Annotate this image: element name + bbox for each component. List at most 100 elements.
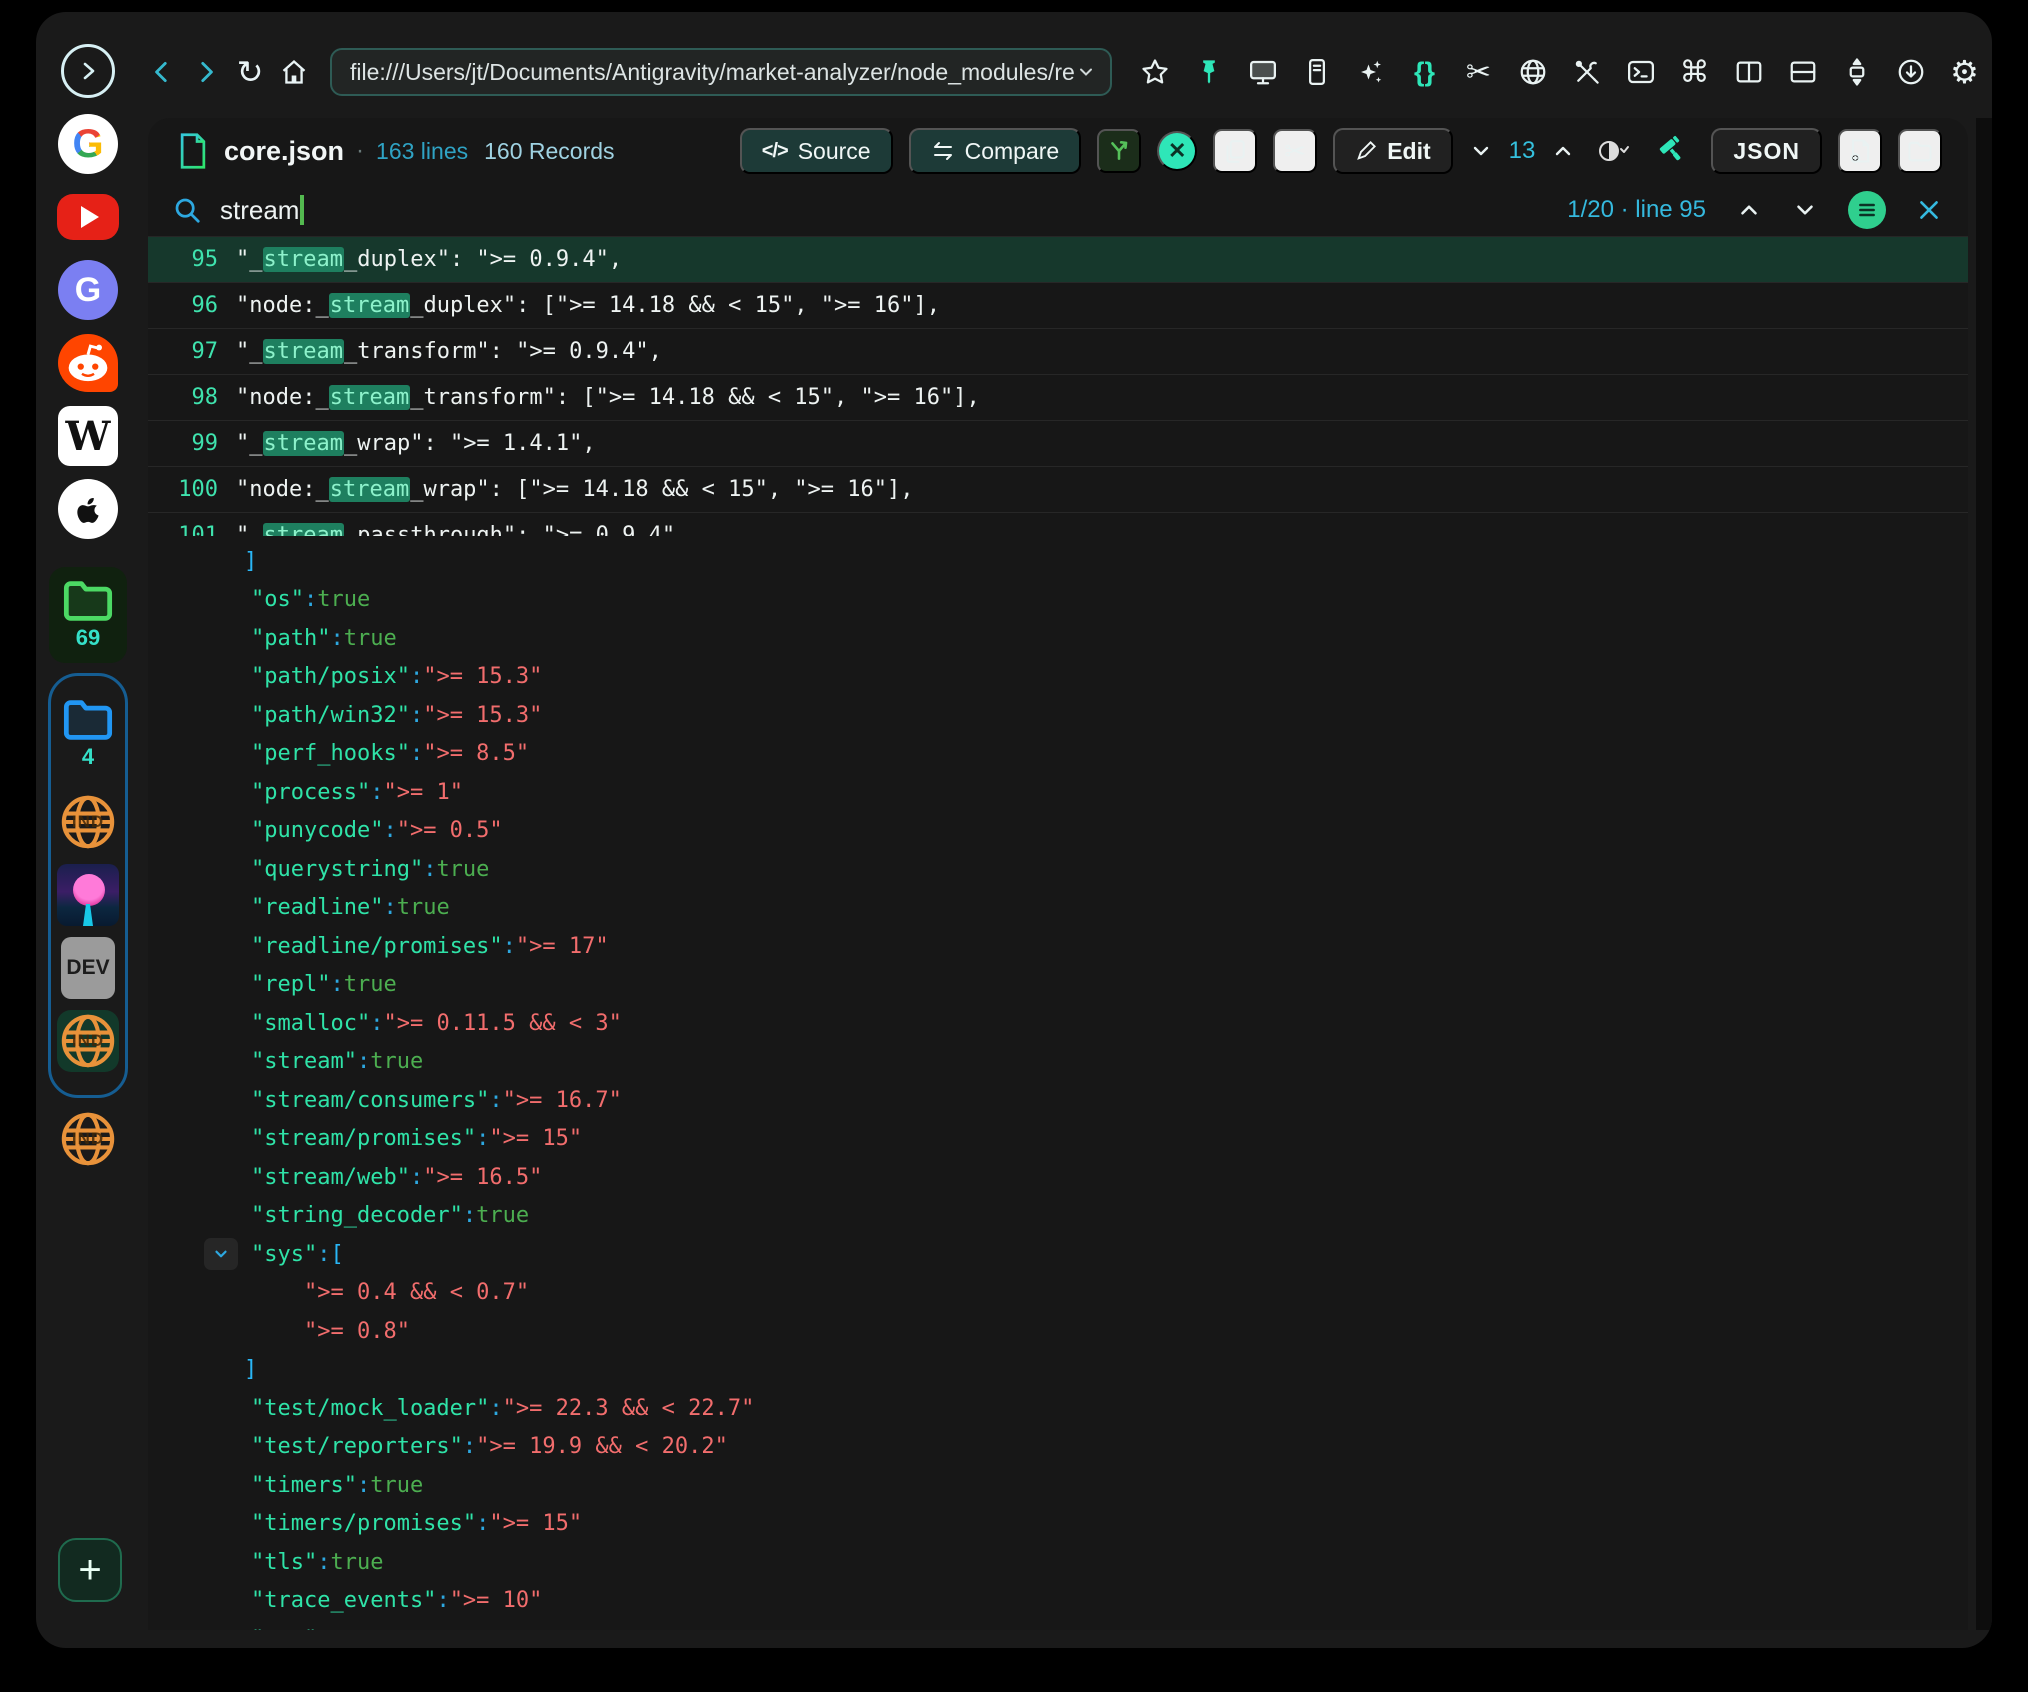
- branch-button[interactable]: [1097, 129, 1141, 173]
- previous-match-icon[interactable]: [1736, 197, 1762, 223]
- scrollbar-track[interactable]: [1976, 118, 1992, 1630]
- tree-entry-stream[interactable]: "stream" : true: [148, 1043, 1968, 1082]
- search-result-line-101[interactable]: 101"_stream_passthrough": ">= 0.9.4",: [148, 513, 1968, 536]
- tree-entry-stream/consumers[interactable]: "stream/consumers" : ">= 16.7": [148, 1081, 1968, 1120]
- star-icon[interactable]: [1138, 56, 1171, 89]
- tree-entry-tty[interactable]: "tty" : true: [148, 1620, 1968, 1630]
- line-number: 98: [148, 385, 236, 410]
- pin-icon[interactable]: [1192, 56, 1225, 89]
- back-button[interactable]: [140, 50, 184, 94]
- tree-entry-perf_hooks[interactable]: "perf_hooks" : ">= 8.5": [148, 735, 1968, 774]
- collapse-toggle-icon[interactable]: [204, 1238, 238, 1270]
- reload-button[interactable]: ↻: [228, 50, 272, 94]
- download-icon[interactable]: [1894, 56, 1927, 89]
- tree-array-item[interactable]: ">= 0.8": [148, 1312, 1968, 1351]
- sidebar-item-dev-file[interactable]: DEV: [57, 937, 119, 999]
- monitor-icon[interactable]: [1246, 56, 1279, 89]
- command-icon[interactable]: ⌘: [1678, 56, 1711, 89]
- globe-icon[interactable]: [1516, 56, 1549, 89]
- search-bar[interactable]: stream 1/20 · line 95: [148, 184, 1968, 236]
- sidebar-item-reddit[interactable]: [57, 332, 119, 394]
- url-dropdown-icon[interactable]: [1076, 62, 1096, 82]
- tree-entry-tls[interactable]: "tls" : true: [148, 1543, 1968, 1582]
- tree-entry-punycode[interactable]: "punycode" : ">= 0.5": [148, 812, 1968, 851]
- folder-icon[interactable]: [1898, 129, 1942, 173]
- tree-entry-path[interactable]: "path" : true: [148, 619, 1968, 658]
- reader-icon[interactable]: [1300, 56, 1333, 89]
- line-number: 97: [148, 339, 236, 364]
- tree-entry-test/reporters[interactable]: "test/reporters" : ">= 19.9 && < 20.2": [148, 1428, 1968, 1467]
- sidebar-item-google[interactable]: G: [57, 113, 119, 175]
- resize-vertical-icon[interactable]: [1840, 56, 1873, 89]
- code-text: "node:_stream_wrap": [">= 14.18 && < 15"…: [236, 477, 914, 502]
- search-result-line-96[interactable]: 96"node:_stream_duplex": [">= 14.18 && <…: [148, 283, 1968, 329]
- forward-button[interactable]: [184, 50, 228, 94]
- address-bar[interactable]: file:///Users/jt/Documents/Antigravity/m…: [330, 48, 1112, 96]
- sidebar-item-youtube[interactable]: [57, 186, 119, 248]
- tree-entry-string_decoder[interactable]: "string_decoder" : true: [148, 1197, 1968, 1236]
- sidebar-item-apple[interactable]: [57, 478, 119, 540]
- next-match-icon[interactable]: [1792, 197, 1818, 223]
- braces-icon[interactable]: {}: [1408, 56, 1441, 89]
- tree-entry-stream/promises[interactable]: "stream/promises" : ">= 15": [148, 1120, 1968, 1159]
- split-horizontal-icon[interactable]: [1786, 56, 1819, 89]
- sidebar-item-wikipedia[interactable]: W: [57, 405, 119, 467]
- vaporwave-thumbnail: [57, 864, 119, 926]
- tree-entry-trace_events[interactable]: "trace_events" : ">= 10": [148, 1582, 1968, 1621]
- search-result-line-100[interactable]: 100"node:_stream_wrap": [">= 14.18 && < …: [148, 467, 1968, 513]
- source-view-button[interactable]: </> Source: [740, 128, 893, 174]
- tree-entry-readline/promises[interactable]: "readline/promises" : ">= 17": [148, 927, 1968, 966]
- edit-button[interactable]: Edit: [1333, 128, 1452, 174]
- sidebar-item-site-ind-2[interactable]: IND: [57, 1108, 119, 1170]
- tree-entry-path/posix[interactable]: "path/posix" : ">= 15.3": [148, 658, 1968, 697]
- terminal-icon[interactable]: [1624, 56, 1657, 89]
- search-input[interactable]: stream: [220, 195, 304, 226]
- scissors-icon[interactable]: ✂: [1462, 56, 1495, 89]
- tree-entry-readline[interactable]: "readline" : true: [148, 889, 1968, 928]
- search-result-line-97[interactable]: 97"_stream_transform": ">= 0.9.4",: [148, 329, 1968, 375]
- json-format-button[interactable]: JSON: [1711, 128, 1822, 174]
- tree-entry-smalloc[interactable]: "smalloc" : ">= 0.11.5 && < 3": [148, 1004, 1968, 1043]
- paint-roller-icon[interactable]: [1651, 129, 1695, 173]
- home-button[interactable]: [272, 50, 316, 94]
- tree-entry-path/win32[interactable]: "path/win32" : ">= 15.3": [148, 696, 1968, 735]
- sidebar-item-folder-green[interactable]: 69: [49, 567, 127, 663]
- sidebar-item-folder-blue[interactable]: 4: [57, 688, 119, 780]
- tree-entry-sys[interactable]: "sys" : [: [148, 1235, 1968, 1274]
- contrast-toggle[interactable]: [1591, 129, 1635, 173]
- sidebar-item-g-purple[interactable]: G: [57, 259, 119, 321]
- step-up-icon[interactable]: [1551, 139, 1575, 163]
- close-search-icon[interactable]: [1916, 197, 1942, 223]
- tree-bracket[interactable]: ]: [148, 542, 1968, 581]
- search-result-line-98[interactable]: 98"node:_stream_transform": [">= 14.18 &…: [148, 375, 1968, 421]
- tree-entry-timers/promises[interactable]: "timers/promises" : ">= 15": [148, 1505, 1968, 1544]
- tree-entry-stream/web[interactable]: "stream/web" : ">= 16.5": [148, 1158, 1968, 1197]
- split-vertical-icon[interactable]: [1732, 56, 1765, 89]
- clear-button[interactable]: ✕: [1157, 131, 1197, 171]
- tools-icon[interactable]: [1570, 56, 1603, 89]
- tree-entry-test/mock_loader[interactable]: "test/mock_loader" : ">= 22.3 && < 22.7": [148, 1389, 1968, 1428]
- tree-entry-repl[interactable]: "repl" : true: [148, 966, 1968, 1005]
- sidebar-item-site-ind-1[interactable]: IND: [57, 791, 119, 853]
- code-text: "_stream_transform": ">= 0.9.4",: [236, 339, 662, 364]
- search-result-line-99[interactable]: 99"_stream_wrap": ">= 1.4.1",: [148, 421, 1968, 467]
- compare-button[interactable]: Compare: [909, 128, 1082, 174]
- tree-entry-timers[interactable]: "timers" : true: [148, 1466, 1968, 1505]
- export-file-icon[interactable]: [1838, 129, 1882, 173]
- match-list-icon[interactable]: [1848, 191, 1886, 229]
- new-tab-button[interactable]: +: [58, 1538, 122, 1602]
- tree-bracket[interactable]: ]: [148, 1351, 1968, 1390]
- tree-array-item[interactable]: ">= 0.4 && < 0.7": [148, 1274, 1968, 1313]
- settings-icon[interactable]: ⚙: [1948, 56, 1981, 89]
- tree-entry-querystring[interactable]: "querystring" : true: [148, 850, 1968, 889]
- sparkles-icon[interactable]: [1354, 56, 1387, 89]
- tree-entry-os[interactable]: "os" : true: [148, 581, 1968, 620]
- step-down-icon[interactable]: [1469, 139, 1493, 163]
- copy-icon[interactable]: [1213, 129, 1257, 173]
- sidebar-item-browser-logo[interactable]: [57, 40, 119, 102]
- search-result-line-95[interactable]: 95"_stream_duplex": ">= 0.9.4",: [148, 237, 1968, 283]
- tree-entry-process[interactable]: "process" : ">= 1": [148, 773, 1968, 812]
- cut-icon[interactable]: ✂: [1273, 129, 1317, 173]
- sidebar-item-vaporwave-tab[interactable]: [57, 864, 119, 926]
- sidebar-item-site-ind-active[interactable]: IND: [57, 1010, 119, 1072]
